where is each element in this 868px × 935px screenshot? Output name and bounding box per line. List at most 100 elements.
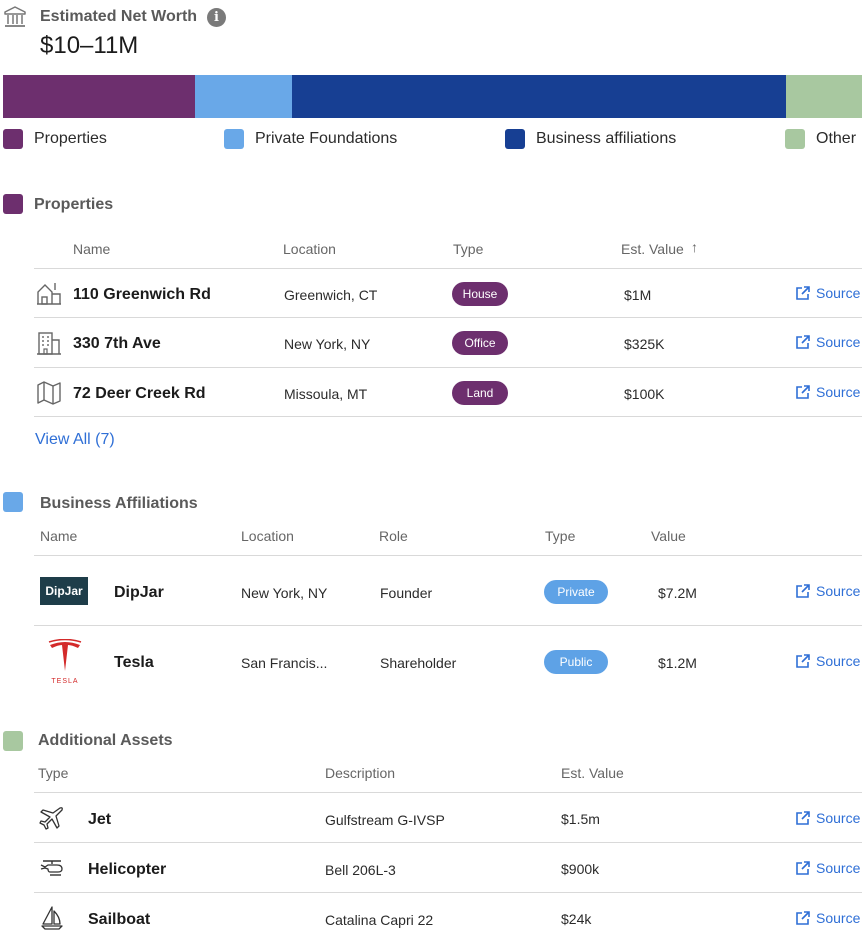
bar-segment-business-affiliations[interactable]: [291, 75, 787, 118]
property-location: Missoula, MT: [284, 386, 368, 402]
asset-description: Gulfstream G-IVSP: [325, 812, 445, 828]
asset-type: Sailboat: [88, 911, 151, 928]
net-worth-breakdown-bar: [3, 75, 862, 118]
tesla-logo: TESLA: [46, 638, 84, 685]
assets-section-title: Additional Assets: [38, 732, 173, 749]
table-row[interactable]: 110 Greenwich Rd Greenwich, CT House $1M…: [34, 269, 862, 317]
company-role: Founder: [380, 585, 433, 601]
column-header-value[interactable]: Value: [651, 528, 686, 544]
properties-section-swatch: [3, 194, 23, 214]
source-label[interactable]: Source: [816, 860, 860, 876]
type-badge: Office: [452, 331, 508, 355]
asset-description: Bell 206L-3: [325, 862, 396, 878]
legend-swatch: [785, 129, 805, 149]
sort-ascending-icon[interactable]: ↑: [691, 239, 698, 255]
table-row[interactable]: Jet Gulfstream G-IVSP $1.5m Source: [34, 793, 862, 842]
legend-swatch: [224, 129, 244, 149]
house-icon: [37, 283, 61, 305]
asset-value: $900k: [561, 861, 600, 877]
external-link-icon: [796, 286, 810, 300]
source-link[interactable]: Source: [795, 285, 860, 301]
legend-item-business-affiliations: Business affiliations: [505, 128, 676, 150]
source-link[interactable]: Source: [795, 384, 860, 400]
type-badge: House: [452, 282, 508, 306]
bar-segment-other[interactable]: [786, 75, 862, 118]
asset-description: Catalina Capri 22: [325, 912, 434, 928]
external-link-icon: [796, 811, 810, 825]
tesla-wordmark: TESLA: [51, 678, 79, 685]
source-link[interactable]: Source: [795, 810, 860, 826]
table-row[interactable]: DipJar DipJar New York, NY Founder Priva…: [34, 556, 862, 625]
column-header-type[interactable]: Type: [453, 241, 483, 257]
source-link[interactable]: Source: [795, 653, 860, 669]
info-icon[interactable]: i: [207, 8, 226, 27]
source-link[interactable]: Source: [795, 334, 860, 350]
source-label[interactable]: Source: [816, 384, 860, 400]
type-badge: Land: [452, 381, 508, 405]
tesla-t-mark: [48, 638, 82, 671]
column-header-est-value[interactable]: Est. Value: [561, 765, 624, 781]
table-row[interactable]: Helicopter Bell 206L-3 $900k Source: [34, 843, 862, 892]
property-name: 72 Deer Creek Rd: [73, 385, 206, 402]
table-row[interactable]: 330 7th Ave New York, NY Office $325K So…: [34, 318, 862, 367]
property-value: $1M: [624, 287, 652, 303]
table-row[interactable]: 72 Deer Creek Rd Missoula, MT Land $100K…: [34, 368, 862, 417]
type-badge: Public: [544, 650, 608, 674]
column-header-type[interactable]: Type: [545, 528, 575, 544]
divider: [34, 416, 862, 417]
assets-section-swatch: [3, 731, 23, 751]
bank-icon: [4, 6, 26, 27]
external-link-icon: [796, 911, 810, 925]
source-link[interactable]: Source: [795, 860, 860, 876]
external-link-icon: [796, 335, 810, 349]
dipjar-logo: DipJar: [40, 577, 88, 605]
column-header-name[interactable]: Name: [73, 241, 110, 257]
source-label[interactable]: Source: [816, 583, 860, 599]
source-label[interactable]: Source: [816, 334, 860, 350]
source-label[interactable]: Source: [816, 653, 860, 669]
column-header-est-value[interactable]: Est. Value: [621, 241, 684, 257]
type-badge: Private: [544, 580, 608, 604]
company-name: DipJar: [114, 584, 164, 601]
source-label[interactable]: Source: [816, 910, 860, 926]
legend-label: Properties: [34, 130, 107, 147]
legend-item-private-foundations: Private Foundations: [224, 128, 397, 150]
column-header-location[interactable]: Location: [241, 528, 294, 544]
company-location: San Francis...: [241, 655, 328, 671]
source-label[interactable]: Source: [816, 285, 860, 301]
legend-label: Business affiliations: [536, 130, 677, 147]
company-value: $7.2M: [658, 585, 697, 601]
asset-type: Helicopter: [88, 861, 167, 878]
column-header-name[interactable]: Name: [40, 528, 77, 544]
column-header-type[interactable]: Type: [38, 765, 68, 781]
bar-segment-private-foundations[interactable]: [194, 75, 292, 118]
business-section-title: Business Affiliations: [40, 495, 198, 512]
property-name: 330 7th Ave: [73, 335, 161, 352]
source-link[interactable]: Source: [795, 910, 860, 926]
view-all-link[interactable]: View All (7): [35, 431, 115, 449]
column-header-location[interactable]: Location: [283, 241, 336, 257]
column-header-description[interactable]: Description: [325, 765, 395, 781]
legend-swatch: [505, 129, 525, 149]
bar-segment-properties[interactable]: [3, 75, 195, 118]
table-row[interactable]: TESLA Tesla San Francis... Shareholder P…: [34, 626, 862, 696]
external-link-icon: [796, 654, 810, 668]
legend-item-properties: Properties: [3, 128, 107, 150]
source-link[interactable]: Source: [795, 583, 860, 599]
source-label[interactable]: Source: [816, 810, 860, 826]
asset-value: $24k: [561, 911, 592, 927]
legend-label: Other: [816, 130, 857, 147]
property-value: $325K: [624, 336, 665, 352]
logo-text: DipJar: [45, 584, 83, 598]
asset-type: Jet: [88, 811, 112, 828]
external-link-icon: [796, 861, 810, 875]
property-location: Greenwich, CT: [284, 287, 378, 303]
property-value: $100K: [624, 386, 665, 402]
external-link-icon: [796, 584, 810, 598]
property-location: New York, NY: [284, 336, 371, 352]
table-row[interactable]: Sailboat Catalina Capri 22 $24k Source: [34, 893, 862, 935]
column-header-role[interactable]: Role: [379, 528, 408, 544]
legend-swatch: [3, 129, 23, 149]
airplane-icon: [39, 807, 63, 830]
net-worth-value: $10–11M: [40, 32, 139, 59]
